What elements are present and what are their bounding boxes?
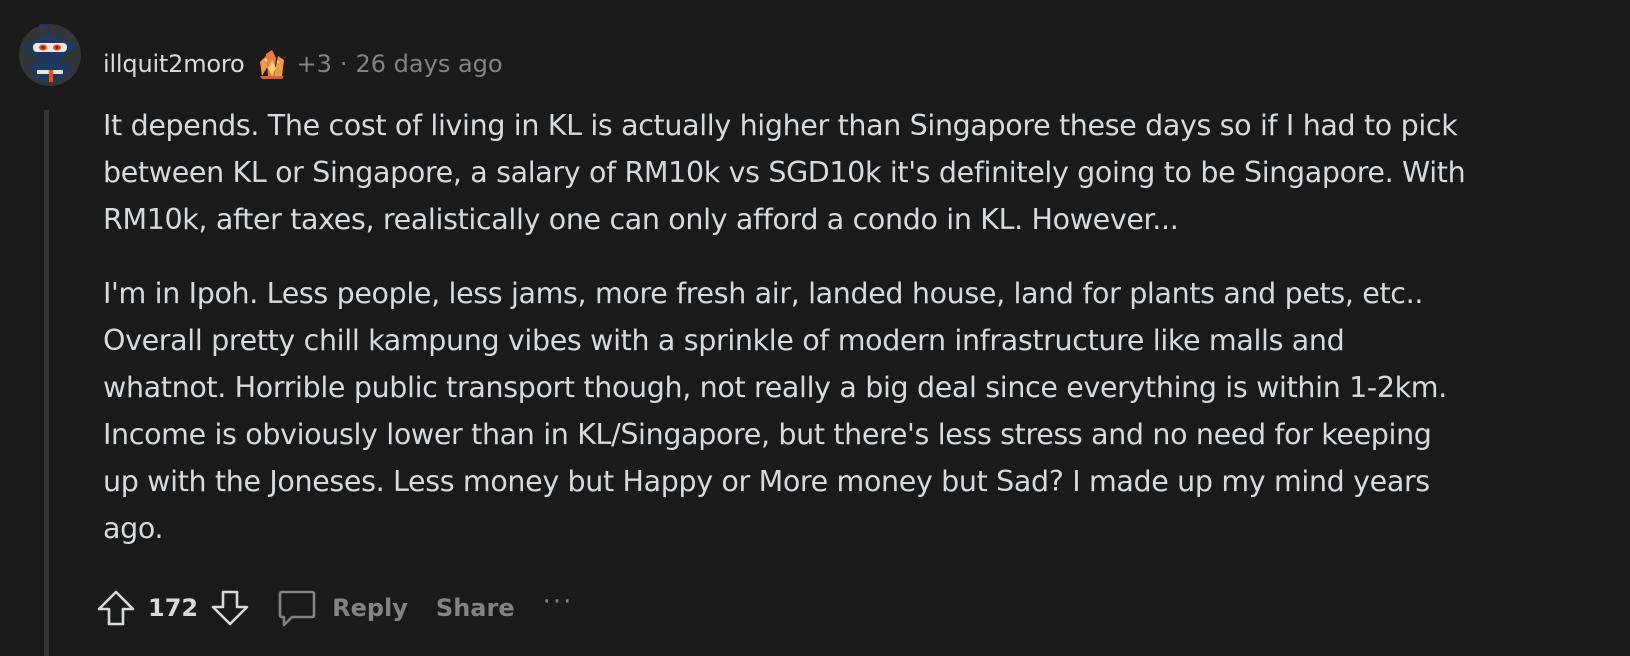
downvote-button[interactable]	[210, 588, 250, 628]
snoo-ninja-avatar-icon	[24, 24, 76, 82]
comment-bubble-icon	[278, 590, 316, 627]
more-options-button[interactable]: ···	[543, 587, 574, 617]
crystal-flair-icon	[256, 48, 288, 80]
vote-count: 172	[148, 594, 199, 622]
comment-header: illquit2moro +3 · 26 days ago	[103, 44, 503, 84]
comment-body: It depends. The cost of living in KL is …	[103, 102, 1603, 579]
thread-collapse-line[interactable]	[44, 110, 49, 656]
comment-timestamp[interactable]: 26 days ago	[356, 50, 503, 78]
comment-paragraph: I'm in Ipoh. Less people, less jams, mor…	[103, 277, 1447, 545]
reply-label[interactable]: Reply	[332, 594, 408, 622]
comment-paragraph: It depends. The cost of living in KL is …	[103, 109, 1466, 236]
karma-badge: +3	[296, 50, 332, 78]
comment-action-bar: 172 Reply Share ···	[96, 584, 573, 632]
comment: illquit2moro +3 · 26 days ago It depends…	[0, 0, 1630, 656]
downvote-arrow-icon	[211, 590, 249, 626]
share-button[interactable]: Share	[436, 594, 515, 622]
author-username[interactable]: illquit2moro	[103, 50, 245, 78]
reply-button[interactable]: Reply	[276, 587, 408, 629]
upvote-button[interactable]	[96, 588, 136, 628]
author-avatar[interactable]	[19, 24, 81, 86]
upvote-arrow-icon	[97, 590, 135, 626]
separator-dot: ·	[339, 50, 348, 78]
